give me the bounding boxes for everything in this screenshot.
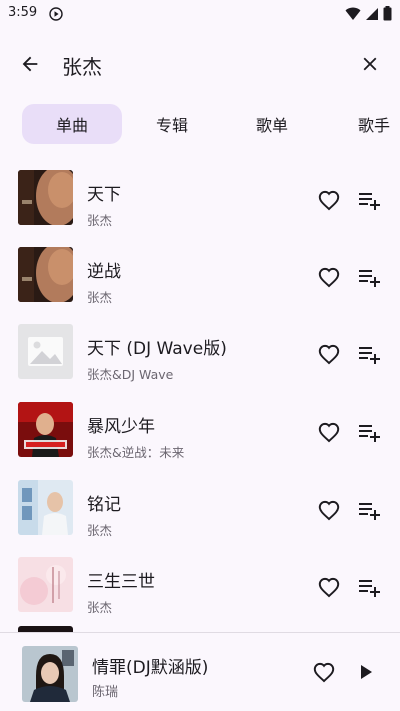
- search-input[interactable]: 张杰: [62, 51, 102, 80]
- playlist-add-icon: [359, 580, 380, 597]
- song-title: 天下 (DJ Wave版): [87, 339, 227, 359]
- play-icon: [361, 665, 372, 679]
- song-list: 天下 张杰 逆战 张杰 天下 (DJ Wave版) 张杰&DJ Wave 暴风少…: [0, 148, 400, 632]
- song-cover: [18, 324, 73, 379]
- player-favorite-button[interactable]: [310, 658, 338, 686]
- song-artist: 张杰&DJ Wave: [87, 367, 174, 382]
- heart-outline-icon: [318, 422, 340, 443]
- favorite-button[interactable]: [315, 263, 343, 291]
- tab-playlists[interactable]: 歌单: [234, 104, 310, 144]
- status-bar: 3:59: [0, 0, 400, 28]
- song-cover: [18, 480, 73, 535]
- media-playing-icon: [49, 7, 63, 21]
- heart-outline-icon: [313, 662, 335, 683]
- favorite-button[interactable]: [315, 340, 343, 368]
- heart-outline-icon: [318, 577, 340, 598]
- arrow-back-icon: [22, 56, 38, 72]
- song-row[interactable]: 三生三世 张杰: [0, 549, 400, 627]
- favorite-button[interactable]: [315, 186, 343, 214]
- signal-icon: [366, 7, 378, 20]
- back-button[interactable]: [14, 48, 46, 80]
- song-row[interactable]: 逆战 张杰: [0, 239, 400, 317]
- song-row[interactable]: 天下 张杰: [0, 162, 400, 240]
- song-row[interactable]: 暴风少年 张杰&逆战：未来: [0, 394, 400, 472]
- add-to-playlist-button[interactable]: [356, 575, 382, 599]
- song-artist: 张杰&逆战：未来: [87, 445, 185, 460]
- mini-player[interactable]: 情罪(DJ默涵版) 陈瑞: [0, 632, 400, 711]
- favorite-button[interactable]: [315, 496, 343, 524]
- song-title: 逆战: [87, 262, 121, 282]
- playlist-add-icon: [359, 270, 380, 287]
- add-to-playlist-button[interactable]: [356, 265, 382, 289]
- playlist-add-icon: [359, 425, 380, 442]
- player-cover: [22, 646, 78, 702]
- playlist-add-icon: [359, 503, 380, 520]
- song-cover: [18, 557, 73, 612]
- song-row[interactable]: 天下 (DJ Wave版) 张杰&DJ Wave: [0, 316, 400, 394]
- favorite-button[interactable]: [315, 418, 343, 446]
- song-cover: [18, 402, 73, 457]
- favorite-button[interactable]: [315, 573, 343, 601]
- song-artist: 张杰: [87, 213, 113, 228]
- add-to-playlist-button[interactable]: [356, 498, 382, 522]
- heart-outline-icon: [318, 190, 340, 211]
- playlist-add-icon: [359, 193, 380, 210]
- add-to-playlist-button[interactable]: [356, 188, 382, 212]
- add-to-playlist-button[interactable]: [356, 420, 382, 444]
- result-tabs: 单曲 专辑 歌单 歌手: [0, 104, 400, 144]
- playlist-add-icon: [359, 347, 380, 364]
- heart-outline-icon: [318, 344, 340, 365]
- battery-icon: [383, 6, 392, 21]
- tab-albums[interactable]: 专辑: [134, 104, 210, 144]
- song-cover: [18, 247, 73, 302]
- status-time: 3:59: [8, 5, 38, 20]
- tab-artists[interactable]: 歌手: [336, 104, 400, 144]
- clear-search-button[interactable]: [354, 48, 386, 80]
- tab-songs[interactable]: 单曲: [22, 104, 122, 144]
- heart-outline-icon: [318, 500, 340, 521]
- song-cover: [18, 170, 73, 225]
- heart-outline-icon: [318, 267, 340, 288]
- song-artist: 张杰: [87, 600, 113, 615]
- image-placeholder-icon: [18, 324, 73, 379]
- song-artist: 张杰: [87, 290, 113, 305]
- song-row[interactable]: 铭记 张杰: [0, 472, 400, 550]
- song-title: 天下: [87, 185, 121, 205]
- song-title: 暴风少年: [87, 417, 155, 437]
- close-icon: [363, 57, 377, 71]
- search-bar: 张杰: [0, 38, 400, 88]
- song-artist: 张杰: [87, 523, 113, 538]
- player-artist: 陈瑞: [92, 685, 119, 700]
- song-title: 铭记: [87, 495, 121, 515]
- status-icons: [345, 6, 392, 21]
- wifi-icon: [345, 7, 361, 20]
- song-title: 三生三世: [87, 572, 155, 592]
- player-song-title: 情罪(DJ默涵版): [92, 658, 209, 678]
- play-button[interactable]: [354, 660, 378, 684]
- add-to-playlist-button[interactable]: [356, 342, 382, 366]
